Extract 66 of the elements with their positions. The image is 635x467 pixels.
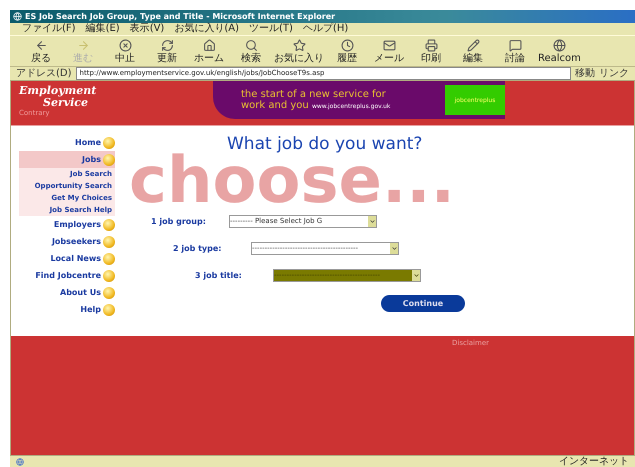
nav-link[interactable]: Local News <box>19 250 115 267</box>
banner-text: the start of a new service for <box>241 88 387 100</box>
refresh-icon <box>160 38 174 52</box>
back-icon <box>34 38 48 52</box>
dropdown-icon <box>390 245 398 252</box>
menu-item[interactable]: ファイル(F) <box>22 23 76 35</box>
nav-link[interactable]: Employers <box>19 216 115 233</box>
nav-link[interactable]: Home <box>19 134 115 151</box>
field-label: 2 job type: <box>173 244 222 253</box>
nav-link[interactable]: Help <box>19 301 115 318</box>
nav-link[interactable]: About Us <box>19 284 115 301</box>
printer-icon <box>424 38 438 52</box>
bullet-icon <box>103 304 115 316</box>
bullet-icon <box>103 136 115 148</box>
menu-item[interactable]: お気に入り(A) <box>174 23 239 35</box>
home-icon <box>202 38 216 52</box>
menu-item[interactable]: 表示(V) <box>130 23 164 35</box>
stop-icon <box>118 38 132 52</box>
clock-icon <box>340 38 354 52</box>
star-icon <box>292 38 306 52</box>
nav-link[interactable]: Jobseekers <box>19 233 115 250</box>
nav-link[interactable]: Find Jobcentre <box>19 267 115 284</box>
zone-label: インターネット <box>559 456 629 467</box>
toolbar-button[interactable]: 中止 <box>106 38 144 64</box>
chat-icon <box>508 38 522 52</box>
toolbar-button[interactable]: お気に入り <box>274 38 324 64</box>
bullet-icon <box>103 252 115 264</box>
globe-icon <box>13 12 22 21</box>
toolbar-button[interactable]: メール <box>370 38 408 64</box>
toolbar-button[interactable]: ホーム <box>190 38 228 64</box>
globe-icon <box>16 458 24 466</box>
continue-button[interactable]: Continue <box>381 295 465 312</box>
links-button[interactable]: リンク <box>599 68 629 80</box>
mail-icon <box>382 38 396 52</box>
menu-item[interactable]: ヘルプ(H) <box>302 23 348 35</box>
menu-item[interactable]: ツール(T) <box>249 23 293 35</box>
bullet-icon <box>103 270 115 282</box>
field-label: 1 job group: <box>151 217 207 226</box>
bullet-icon <box>103 154 115 166</box>
dropdown-icon <box>412 272 420 279</box>
globe-icon <box>552 38 566 52</box>
go-button[interactable]: 移動 <box>575 68 595 80</box>
toolbar-button[interactable]: 戻る <box>22 38 60 64</box>
hero-text: choose... <box>129 154 455 208</box>
bullet-icon <box>103 218 115 230</box>
toolbar-button[interactable]: 履歴 <box>328 38 366 64</box>
toolbar-button[interactable]: 検索 <box>232 38 270 64</box>
toolbar-button[interactable]: 更新 <box>148 38 186 64</box>
nav-link[interactable]: Jobs <box>19 151 115 168</box>
toolbar-button[interactable]: 編集 <box>454 38 492 64</box>
bullet-icon <box>103 286 115 298</box>
toolbar-button[interactable]: Realcom <box>538 38 581 64</box>
toolbar-button[interactable]: 印刷 <box>412 38 450 64</box>
menu-item[interactable]: 編集(E) <box>86 23 120 35</box>
toolbar-button[interactable]: 討論 <box>496 38 534 64</box>
page-heading: What job do you want? <box>227 134 422 154</box>
bullet-icon <box>103 236 115 248</box>
window-title: ES Job Search Job Group, Type and Title - Microsoft Internet Explorer <box>25 12 336 21</box>
pencil-icon <box>466 38 480 52</box>
logo-text: Service <box>43 97 88 109</box>
forward-icon <box>76 38 90 52</box>
field-label: 3 job title: <box>195 271 243 280</box>
logo-text: Employment <box>19 85 96 97</box>
search-icon <box>244 38 258 52</box>
address-label: アドレス(D) <box>16 68 72 80</box>
dropdown-icon <box>368 218 376 225</box>
